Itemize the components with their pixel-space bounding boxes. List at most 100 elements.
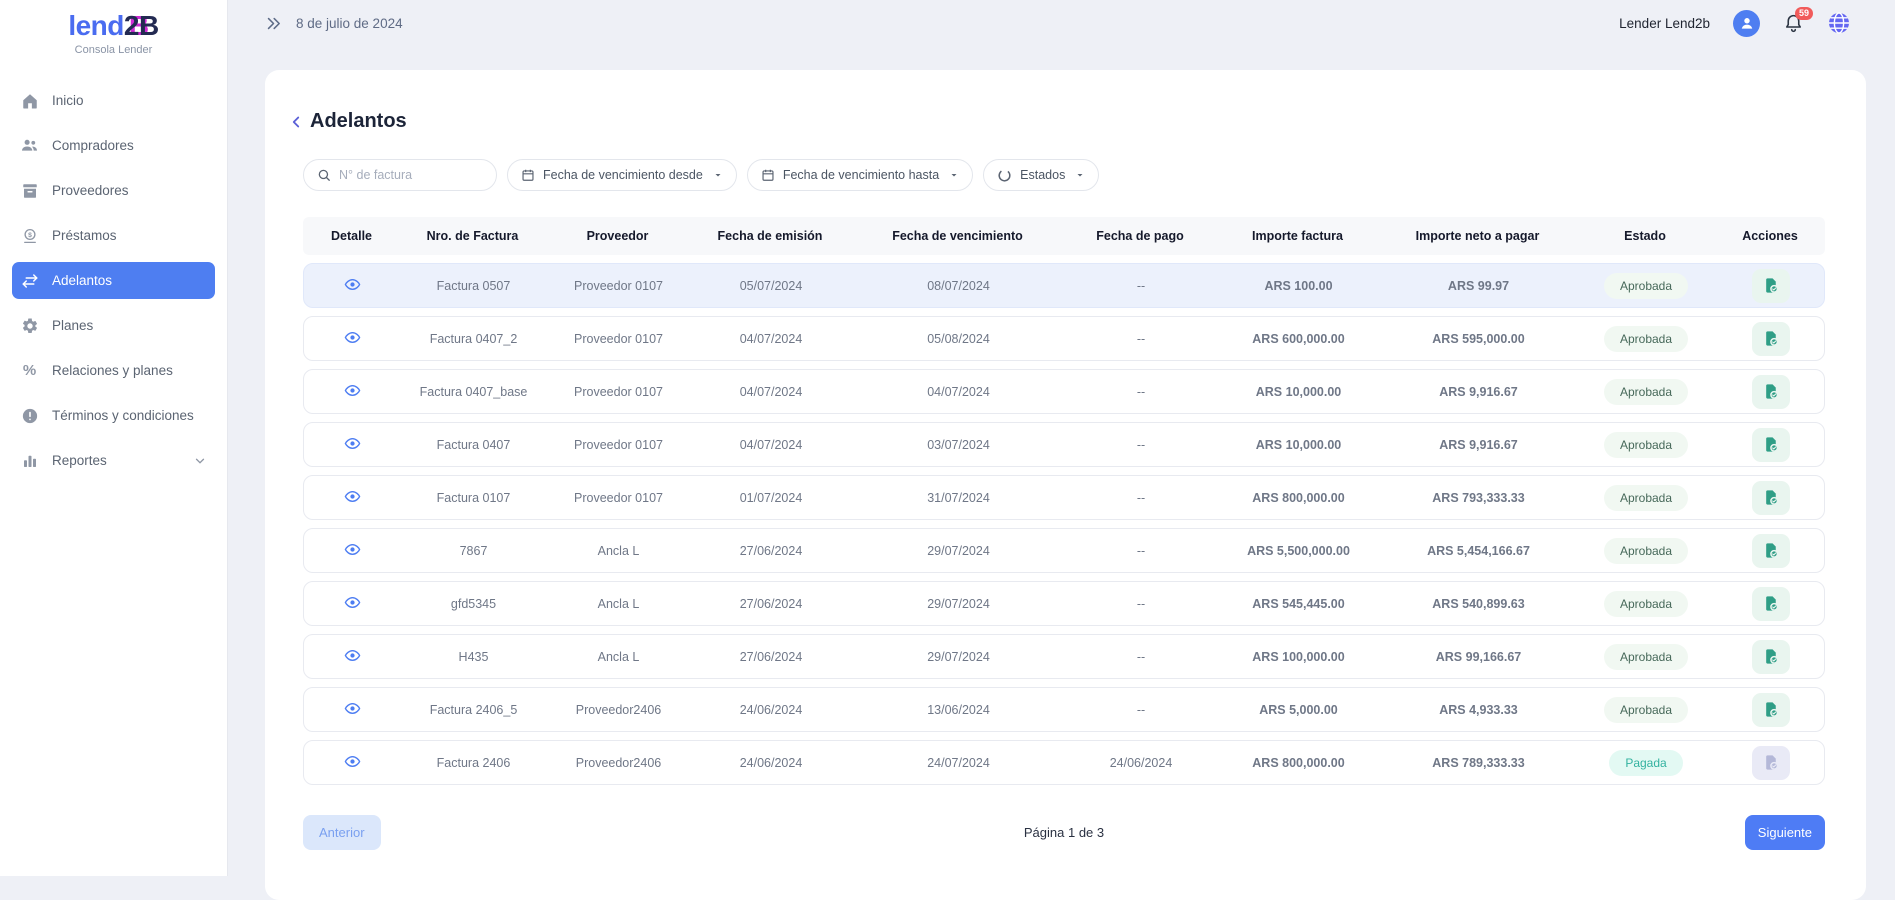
net-amount: ARS 4,933.33 [1381, 703, 1576, 717]
search-input[interactable] [339, 168, 483, 182]
double-chevron-icon[interactable] [265, 15, 282, 32]
header-importe-neto: Importe neto a pagar [1380, 229, 1575, 243]
net-amount: ARS 540,899.63 [1381, 597, 1576, 611]
status-badge: Aprobada [1604, 273, 1688, 299]
states-label: Estados [1020, 168, 1065, 182]
view-detail-eye-icon[interactable] [344, 276, 361, 293]
states-filter[interactable]: Estados [983, 159, 1099, 191]
back-chevron-icon[interactable] [287, 113, 305, 131]
view-detail-eye-icon[interactable] [344, 488, 361, 505]
table-header: Detalle Nro. de Factura Proveedor Fecha … [303, 217, 1825, 255]
gear-icon [20, 316, 39, 335]
previous-page-button[interactable]: Anterior [303, 815, 381, 850]
invoice-amount: ARS 100.00 [1216, 279, 1381, 293]
provider-name: Proveedor 0107 [546, 279, 691, 293]
invoice-amount: ARS 5,500,000.00 [1216, 544, 1381, 558]
due-date: 04/07/2024 [851, 385, 1066, 399]
view-detail-eye-icon[interactable] [344, 435, 361, 452]
home-icon [20, 91, 39, 110]
invoice-number: Factura 0407_2 [401, 332, 546, 346]
sidebar-item-label: Inicio [52, 93, 84, 108]
sidebar-nav: Inicio Compradores Proveedores $ Préstam… [0, 82, 227, 479]
app-window: lend2B Consola Lender Inicio Compradores… [0, 0, 1895, 876]
net-amount: ARS 99.97 [1381, 279, 1576, 293]
notifications-bell-icon[interactable]: 59 [1783, 13, 1804, 34]
next-page-button[interactable]: Siguiente [1745, 815, 1825, 850]
table-row: H435 Ancla L 27/06/2024 29/07/2024 -- AR… [303, 634, 1825, 679]
table-row: Factura 0507 Proveedor 0107 05/07/2024 0… [303, 263, 1825, 308]
view-detail-eye-icon[interactable] [344, 541, 361, 558]
header-detalle: Detalle [303, 229, 400, 243]
provider-name: Proveedor 0107 [546, 332, 691, 346]
payment-date: -- [1066, 332, 1216, 346]
provider-name: Proveedor 0107 [546, 491, 691, 505]
approve-document-button[interactable] [1752, 428, 1790, 462]
sidebar-item-label: Términos y condiciones [52, 408, 194, 423]
approve-document-button[interactable] [1752, 693, 1790, 727]
issue-date: 27/06/2024 [691, 597, 851, 611]
approve-document-button[interactable] [1752, 269, 1790, 303]
status-badge: Aprobada [1604, 432, 1688, 458]
table-row: Factura 0407 Proveedor 0107 04/07/2024 0… [303, 422, 1825, 467]
user-avatar[interactable] [1733, 10, 1760, 37]
sidebar-item-reportes[interactable]: Reportes [12, 442, 215, 479]
view-detail-eye-icon[interactable] [344, 594, 361, 611]
sidebar-item-proveedores[interactable]: Proveedores [12, 172, 215, 209]
issue-date: 24/06/2024 [691, 703, 851, 717]
invoice-number: Factura 2406_5 [401, 703, 546, 717]
issue-date: 04/07/2024 [691, 332, 851, 346]
table-row: Factura 0407_base Proveedor 0107 04/07/2… [303, 369, 1825, 414]
sidebar-item-compradores[interactable]: Compradores [12, 127, 215, 164]
approve-document-button[interactable] [1752, 322, 1790, 356]
invoice-number: Factura 0107 [401, 491, 546, 505]
view-detail-eye-icon[interactable] [344, 382, 361, 399]
chevron-down-icon [193, 454, 207, 468]
logo-2b: 2B [124, 10, 159, 42]
invoice-number: 7867 [401, 544, 546, 558]
sidebar-item-inicio[interactable]: Inicio [12, 82, 215, 119]
table-row: Factura 2406 Proveedor2406 24/06/2024 24… [303, 740, 1825, 785]
date-from-filter[interactable]: Fecha de vencimiento desde [507, 159, 737, 191]
logo-text: lend2B [0, 10, 227, 42]
sidebar-item-prestamos[interactable]: $ Préstamos [12, 217, 215, 254]
header-fecha-vencimiento: Fecha de vencimiento [850, 229, 1065, 243]
provider-name: Ancla L [546, 544, 691, 558]
package-icon [20, 181, 39, 200]
sidebar-item-planes[interactable]: Planes [12, 307, 215, 344]
invoice-amount: ARS 800,000.00 [1216, 491, 1381, 505]
calendar-icon [521, 168, 535, 182]
search-icon [317, 168, 331, 182]
payment-date: 24/06/2024 [1066, 756, 1216, 770]
view-detail-eye-icon[interactable] [344, 753, 361, 770]
payment-date: -- [1066, 597, 1216, 611]
invoice-amount: ARS 545,445.00 [1216, 597, 1381, 611]
issue-date: 04/07/2024 [691, 385, 851, 399]
current-date: 8 de julio de 2024 [296, 16, 403, 31]
approve-document-button[interactable] [1752, 375, 1790, 409]
date-to-filter[interactable]: Fecha de vencimiento hasta [747, 159, 973, 191]
approve-document-button[interactable] [1752, 534, 1790, 568]
net-amount: ARS 595,000.00 [1381, 332, 1576, 346]
sidebar-item-terminos-y-condiciones[interactable]: Términos y condiciones [12, 397, 215, 434]
pagination: Anterior Página 1 de 3 Siguiente [303, 815, 1825, 850]
language-globe-icon[interactable] [1827, 11, 1851, 35]
invoice-amount: ARS 100,000.00 [1216, 650, 1381, 664]
view-detail-eye-icon[interactable] [344, 700, 361, 717]
approve-document-button[interactable] [1752, 481, 1790, 515]
due-date: 29/07/2024 [851, 597, 1066, 611]
payment-date: -- [1066, 544, 1216, 558]
invoice-number: H435 [401, 650, 546, 664]
approve-document-button[interactable] [1752, 640, 1790, 674]
invoice-amount: ARS 10,000.00 [1216, 385, 1381, 399]
approve-document-button[interactable] [1752, 587, 1790, 621]
sidebar-item-label: Préstamos [52, 228, 117, 243]
payment-date: -- [1066, 703, 1216, 717]
caret-down-icon [1075, 170, 1085, 180]
view-detail-eye-icon[interactable] [344, 647, 361, 664]
sidebar-item-relaciones-y-planes[interactable]: % Relaciones y planes [12, 352, 215, 389]
sidebar-item-adelantos[interactable]: Adelantos [12, 262, 215, 299]
table-row: Factura 0107 Proveedor 0107 01/07/2024 3… [303, 475, 1825, 520]
main-card: Adelantos Fecha de vencimiento desde Fec… [265, 70, 1866, 900]
payment-date: -- [1066, 650, 1216, 664]
view-detail-eye-icon[interactable] [344, 329, 361, 346]
